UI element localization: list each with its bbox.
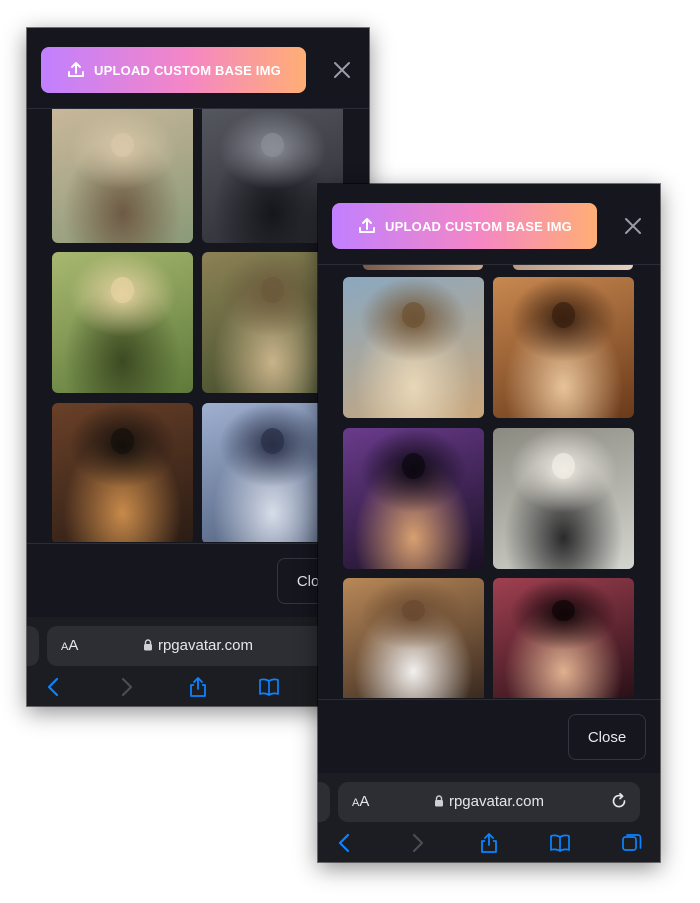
braided-warrior-photo[interactable] (52, 109, 193, 243)
close-icon[interactable] (331, 59, 353, 81)
nightclub-wine-photo[interactable] (343, 428, 484, 569)
party-dancer-photo[interactable] (493, 578, 634, 698)
upload-custom-base-img-button[interactable]: UPLOAD CUSTOM BASE IMG (332, 203, 597, 249)
portrait-figure (552, 599, 575, 622)
previous-tab-pill[interactable] (318, 782, 330, 822)
footer-divider (318, 699, 660, 700)
address-bar[interactable]: AA rpgavatar.com (338, 782, 640, 822)
portrait-figure (552, 453, 575, 479)
upload-label: UPLOAD CUSTOM BASE IMG (94, 62, 281, 78)
forward-icon[interactable] (406, 832, 428, 854)
image-grid[interactable] (50, 109, 346, 542)
portrait-figure (111, 133, 134, 158)
close-button[interactable]: Close (568, 714, 646, 760)
bookmarks-icon[interactable] (549, 832, 571, 854)
beach-rocks-photo[interactable] (343, 277, 484, 418)
previous-tab-pill[interactable] (27, 626, 39, 666)
url-domain: rpgavatar.com (448, 793, 545, 810)
upload-label: UPLOAD CUSTOM BASE IMG (385, 218, 572, 234)
business-woman-cafe-photo[interactable] (493, 428, 634, 569)
portrait-figure (402, 302, 425, 328)
portrait-figure (261, 133, 284, 158)
phone-screen-front: UPLOAD CUSTOM BASE IMG Close AA rpgavata… (318, 184, 660, 862)
portrait-figure (261, 428, 284, 454)
white-blazer-cafe-photo[interactable] (343, 578, 484, 698)
image-grid[interactable] (341, 265, 637, 698)
image-tile-partial[interactable] (513, 265, 633, 270)
upload-icon (359, 218, 376, 233)
share-icon[interactable] (187, 676, 209, 698)
elf-archer-photo[interactable] (52, 252, 193, 393)
redhead-lace-photo[interactable] (493, 277, 634, 418)
upload-custom-base-img-button[interactable]: UPLOAD CUSTOM BASE IMG (41, 47, 306, 93)
reload-icon[interactable] (610, 792, 628, 810)
lock-icon (434, 795, 443, 807)
url-domain: rpgavatar.com (157, 637, 254, 654)
forward-icon[interactable] (115, 676, 137, 698)
portrait-figure (111, 428, 134, 454)
portrait-figure (402, 599, 425, 622)
image-tile-partial[interactable] (363, 265, 483, 270)
share-icon[interactable] (478, 832, 500, 854)
portrait-figure (402, 453, 425, 479)
browser-toolbar: AA rpgavatar.com (318, 773, 660, 862)
tabs-icon[interactable] (621, 832, 643, 854)
back-icon[interactable] (43, 676, 65, 698)
upload-icon (68, 62, 85, 77)
back-icon[interactable] (334, 832, 356, 854)
address-bar[interactable]: AA rpgavatar.com (47, 626, 349, 666)
portrait-figure (111, 277, 134, 303)
close-icon[interactable] (622, 215, 644, 237)
lock-icon (143, 639, 152, 651)
portrait-figure (552, 302, 575, 328)
witch-with-candle-photo[interactable] (52, 403, 193, 542)
portrait-figure (261, 277, 284, 303)
bookmarks-icon[interactable] (258, 676, 280, 698)
